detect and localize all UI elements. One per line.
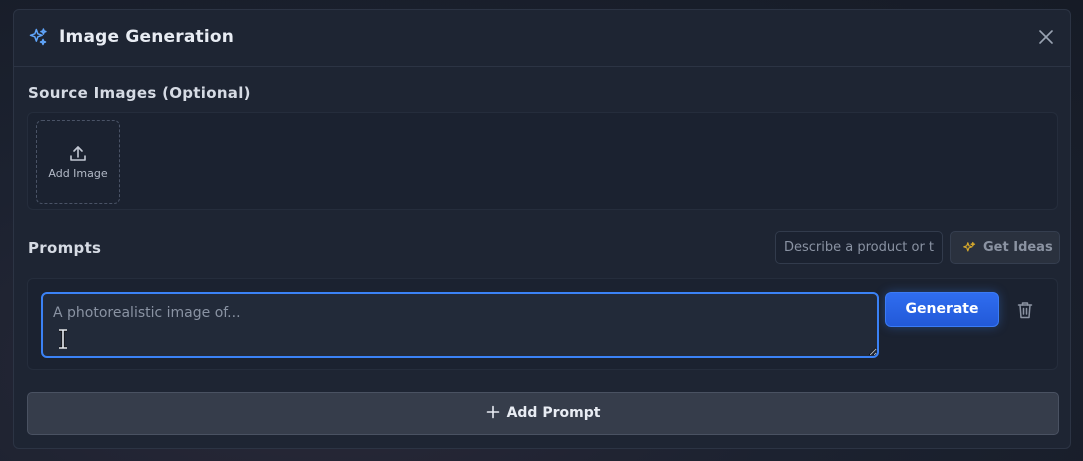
- add-image-label: Add Image: [48, 167, 108, 180]
- upload-icon: [70, 146, 86, 161]
- get-ideas-button[interactable]: Get Ideas: [950, 231, 1060, 264]
- add-prompt-button[interactable]: Add Prompt: [27, 392, 1059, 435]
- trash-icon[interactable]: [1017, 301, 1033, 319]
- add-prompt-content: Add Prompt: [28, 405, 1058, 421]
- get-ideas-label: Get Ideas: [983, 240, 1053, 255]
- source-images-title: Source Images (Optional): [28, 84, 251, 102]
- ideas-input[interactable]: [775, 231, 943, 264]
- prompts-title: Prompts: [28, 239, 102, 257]
- modal-header: Image Generation: [14, 10, 1070, 67]
- prompt-textarea[interactable]: [41, 292, 879, 358]
- sparkles-icon: [29, 28, 47, 46]
- close-icon[interactable]: [1038, 29, 1054, 45]
- image-generation-modal: Image Generation Source Images (Optional…: [13, 9, 1071, 449]
- source-images-panel: Add Image: [27, 112, 1058, 210]
- plus-icon: [486, 405, 499, 419]
- sparkles-icon: [963, 241, 976, 252]
- modal-title: Image Generation: [59, 27, 235, 47]
- prompt-item: Generate: [27, 278, 1058, 370]
- add-prompt-label: Add Prompt: [506, 405, 601, 421]
- generate-button[interactable]: Generate: [885, 292, 999, 327]
- add-image-button[interactable]: Add Image: [36, 120, 120, 204]
